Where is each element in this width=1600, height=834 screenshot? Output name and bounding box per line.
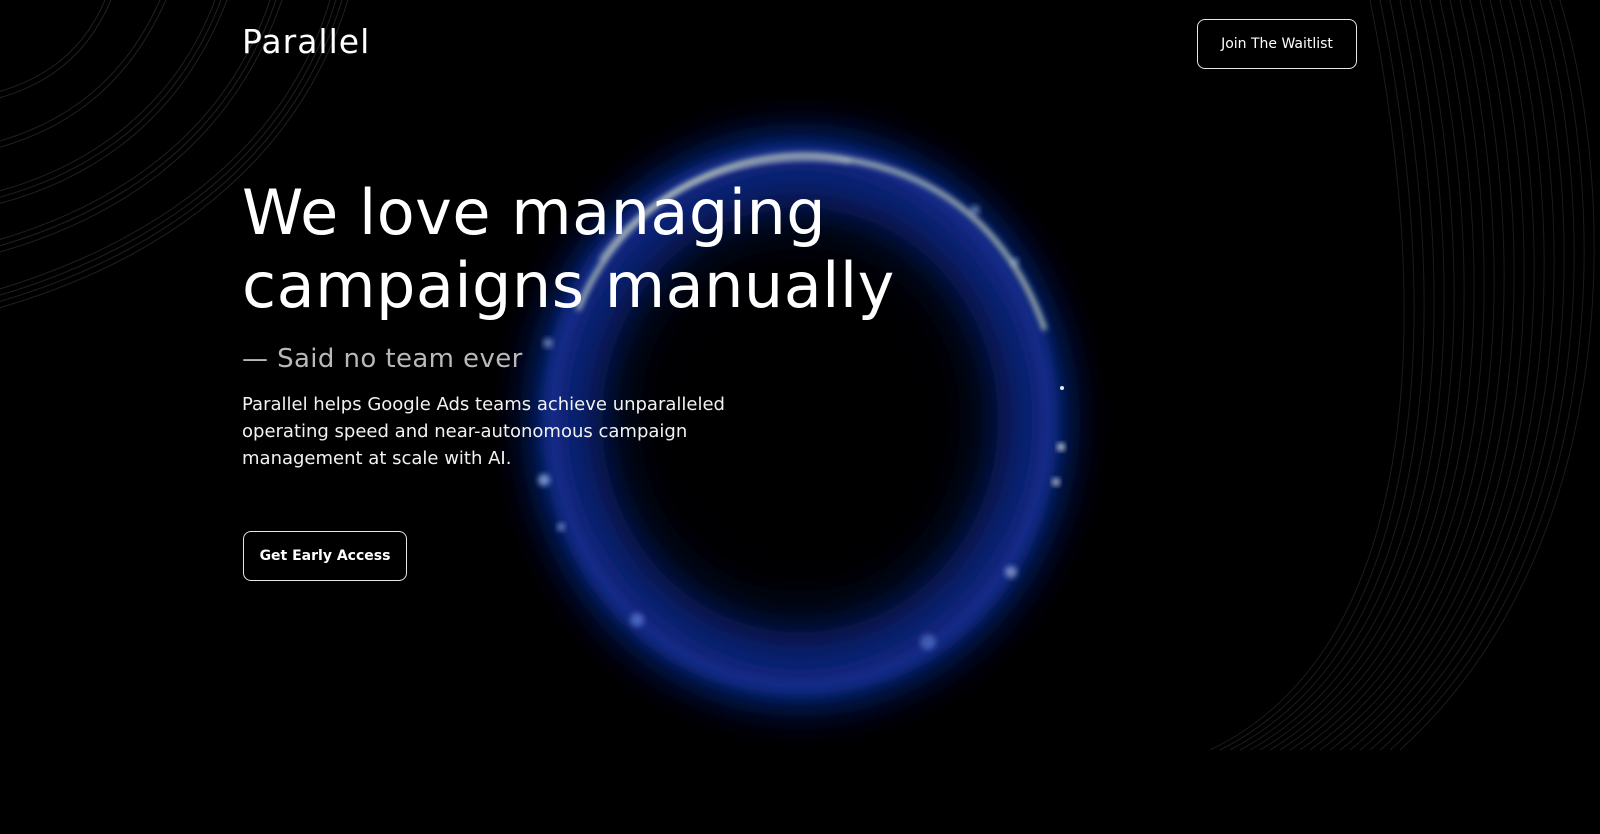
- swirl-lines-right: [1209, 0, 1595, 751]
- hero-background-art: [0, 0, 1595, 751]
- hero-tagline: — Said no team ever: [242, 344, 523, 374]
- hero-description: Parallel helps Google Ads teams achieve …: [242, 394, 725, 469]
- get-early-access-button[interactable]: Get Early Access: [243, 531, 407, 581]
- hero-section: We love managing campaigns manually: [242, 176, 1042, 322]
- hero-title: We love managing campaigns manually: [242, 176, 895, 322]
- brand-logo[interactable]: Parallel: [242, 20, 370, 64]
- top-navbar: Parallel Join The Waitlist: [0, 0, 1600, 86]
- join-waitlist-button[interactable]: Join The Waitlist: [1197, 19, 1357, 69]
